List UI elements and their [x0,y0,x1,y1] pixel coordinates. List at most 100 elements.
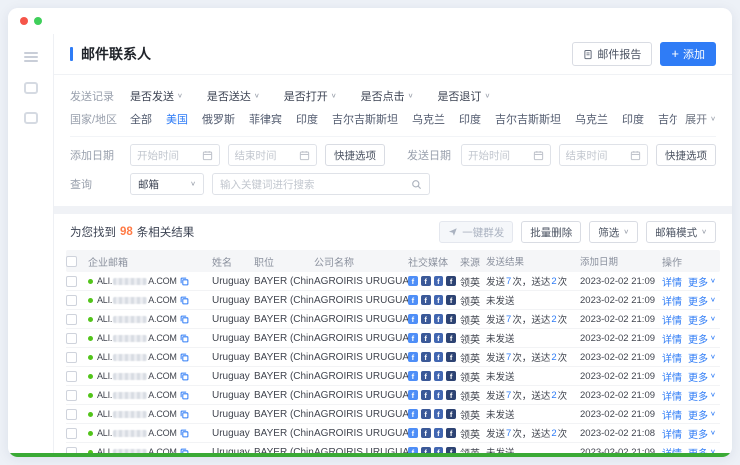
facebook-icon[interactable]: f [446,276,456,286]
send-count-link[interactable]: 7 [506,390,511,401]
query-field-select[interactable]: 邮箱 [130,173,204,195]
facebook-icon[interactable]: f [446,390,456,400]
active-dot[interactable] [34,17,42,25]
facebook-icon[interactable]: f [446,352,456,362]
region-option[interactable]: 乌克兰 [412,111,445,127]
region-option[interactable]: 印度 [296,111,318,127]
more-link[interactable]: 更多 [688,331,716,346]
facebook-icon[interactable]: f [421,371,431,381]
row-checkbox[interactable] [66,428,77,439]
detail-link[interactable]: 详情 [662,331,682,346]
facebook-icon[interactable]: f [434,390,444,400]
facebook-icon[interactable]: f [434,352,444,362]
facebook-icon[interactable]: f [408,390,418,400]
facebook-icon[interactable]: f [408,352,418,362]
row-checkbox[interactable] [66,390,77,401]
region-option[interactable]: 菲律宾 [249,111,282,127]
facebook-icon[interactable]: f [434,295,444,305]
detail-link[interactable]: 详情 [662,293,682,308]
facebook-icon[interactable]: f [446,409,456,419]
facebook-icon[interactable]: f [421,428,431,438]
search-input[interactable]: 输入关键词进行搜索 [212,173,430,195]
send-count-link[interactable]: 7 [506,352,511,363]
detail-link[interactable]: 详情 [662,350,682,365]
facebook-icon[interactable]: f [408,371,418,381]
expand-toggle[interactable]: 展开 [685,111,716,127]
filter-dropdown[interactable]: 是否送达 [207,88,260,104]
region-option[interactable]: 乌克兰 [575,111,608,127]
more-link[interactable]: 更多 [688,426,716,441]
facebook-icon[interactable]: f [446,371,456,381]
deliver-count-link[interactable]: 2 [551,314,556,325]
more-link[interactable]: 更多 [688,407,716,422]
copy-icon[interactable] [180,353,189,362]
facebook-icon[interactable]: f [408,428,418,438]
more-link[interactable]: 更多 [688,274,716,289]
facebook-icon[interactable]: f [446,314,456,324]
facebook-icon[interactable]: f [446,428,456,438]
detail-link[interactable]: 详情 [662,274,682,289]
detail-link[interactable]: 详情 [662,312,682,327]
copy-icon[interactable] [180,391,189,400]
more-link[interactable]: 更多 [688,293,716,308]
add-date-start-input[interactable]: 开始时间 [130,144,220,166]
sidebar-icon-placeholder[interactable] [24,82,38,94]
region-option[interactable]: 全部 [130,111,152,127]
row-checkbox[interactable] [66,276,77,287]
select-all-checkbox[interactable] [66,256,77,267]
facebook-icon[interactable]: f [421,314,431,324]
more-link[interactable]: 更多 [688,312,716,327]
copy-icon[interactable] [180,429,189,438]
deliver-count-link[interactable]: 2 [551,428,556,439]
facebook-icon[interactable]: f [421,409,431,419]
facebook-icon[interactable]: f [408,276,418,286]
region-option[interactable]: 吉尔吉斯斯坦 [495,111,561,127]
row-checkbox[interactable] [66,295,77,306]
facebook-icon[interactable]: f [434,276,444,286]
facebook-icon[interactable]: f [408,295,418,305]
filter-dropdown-button[interactable]: 筛选 [589,221,638,243]
region-option[interactable]: 吉尔吉斯斯坦 [332,111,398,127]
facebook-icon[interactable]: f [421,295,431,305]
row-checkbox[interactable] [66,333,77,344]
facebook-icon[interactable]: f [434,333,444,343]
deliver-count-link[interactable]: 2 [551,276,556,287]
send-date-end-input[interactable]: 结束时间 [559,144,649,166]
facebook-icon[interactable]: f [434,428,444,438]
region-option[interactable]: 印度 [622,111,644,127]
row-checkbox[interactable] [66,371,77,382]
detail-link[interactable]: 详情 [662,369,682,384]
facebook-icon[interactable]: f [408,409,418,419]
facebook-icon[interactable]: f [421,390,431,400]
facebook-icon[interactable]: f [434,371,444,381]
facebook-icon[interactable]: f [446,333,456,343]
bulk-send-button[interactable]: 一键群发 [439,221,513,243]
send-count-link[interactable]: 7 [506,314,511,325]
filter-dropdown[interactable]: 是否点击 [361,88,414,104]
facebook-icon[interactable]: f [421,352,431,362]
region-option[interactable]: 印度 [459,111,481,127]
copy-icon[interactable] [180,296,189,305]
close-dot[interactable] [20,17,28,25]
facebook-icon[interactable]: f [408,314,418,324]
region-option[interactable]: 吉尔吉斯斯坦 [658,111,677,127]
detail-link[interactable]: 详情 [662,388,682,403]
facebook-icon[interactable]: f [434,409,444,419]
add-button[interactable]: 添加 [660,42,716,66]
add-date-quick-button[interactable]: 快捷选项 [325,144,385,166]
mode-dropdown-button[interactable]: 邮箱模式 [646,221,716,243]
detail-link[interactable]: 详情 [662,426,682,441]
bulk-delete-button[interactable]: 批量删除 [521,221,581,243]
deliver-count-link[interactable]: 2 [551,352,556,363]
row-checkbox[interactable] [66,314,77,325]
copy-icon[interactable] [180,410,189,419]
send-date-start-input[interactable]: 开始时间 [461,144,551,166]
add-date-end-input[interactable]: 结束时间 [228,144,318,166]
copy-icon[interactable] [180,372,189,381]
filter-dropdown[interactable]: 是否退订 [437,88,490,104]
row-checkbox[interactable] [66,352,77,363]
region-option[interactable]: 美国 [166,111,188,127]
deliver-count-link[interactable]: 2 [551,390,556,401]
facebook-icon[interactable]: f [421,276,431,286]
menu-icon[interactable] [24,50,38,64]
